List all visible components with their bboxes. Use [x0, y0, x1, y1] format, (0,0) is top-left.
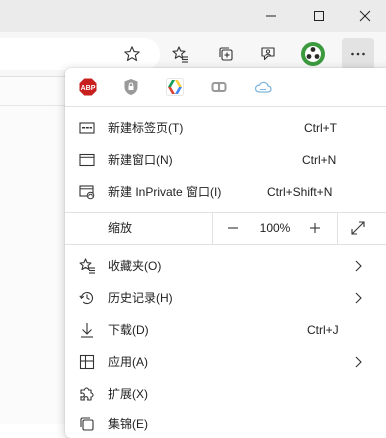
more-dots-icon — [351, 52, 365, 56]
profile-avatar-icon — [301, 42, 325, 66]
new-tab-icon — [77, 118, 97, 138]
shortcut-label: Ctrl+Shift+N — [267, 185, 333, 199]
apps-icon — [77, 352, 97, 372]
menu-item-label: 新建 InPrivate 窗口(I) — [108, 185, 222, 199]
history-icon — [77, 288, 97, 308]
feedback-icon — [261, 47, 275, 61]
plus-icon — [310, 223, 320, 233]
shortcut-label: Ctrl+J — [307, 323, 339, 337]
collections-button[interactable] — [210, 38, 242, 70]
settings-more-button[interactable] — [342, 38, 374, 70]
zoom-out-button[interactable] — [221, 216, 245, 240]
minus-icon — [228, 227, 238, 229]
shortcut-label: Ctrl+T — [304, 121, 337, 135]
menu-item-apps[interactable]: 应用(A) — [65, 346, 386, 378]
menu-item-new-window[interactable]: 新建窗口(N) Ctrl+N — [65, 144, 386, 176]
favorites-icon — [77, 256, 97, 276]
menu-item-label: 新建窗口(N) — [108, 153, 173, 167]
page-divider — [0, 105, 70, 106]
chevron-right-icon — [355, 356, 362, 368]
collections-menu-icon — [77, 414, 97, 434]
chevron-right-icon — [355, 260, 362, 272]
menu-item-favorites[interactable]: 收藏夹(O) — [65, 250, 386, 282]
zoom-in-button[interactable] — [303, 216, 327, 240]
chevron-right-icon — [355, 292, 362, 304]
menu-separator — [65, 106, 386, 107]
menu-item-new-tab[interactable]: 新建标签页(T) Ctrl+T — [65, 112, 386, 144]
download-icon — [77, 320, 97, 340]
maximize-button[interactable] — [296, 0, 342, 32]
cloud-extension[interactable] — [254, 78, 272, 96]
google-drive-extension[interactable] — [166, 78, 184, 96]
menu-item-extensions[interactable]: 扩展(X) — [65, 378, 386, 410]
inprivate-icon — [77, 182, 97, 202]
menu-separator — [65, 244, 386, 245]
menu-item-label: 集锦(E) — [108, 417, 148, 431]
menu-item-label: 扩展(X) — [108, 387, 148, 401]
menu-item-downloads[interactable]: 下载(D) Ctrl+J — [65, 314, 386, 346]
puzzle-icon — [77, 384, 97, 404]
menu-item-collections[interactable]: 集锦(E) — [65, 408, 386, 438]
menu-item-label: 下载(D) — [108, 323, 149, 337]
menu-item-label: 应用(A) — [108, 355, 148, 369]
google-drive-icon — [166, 78, 184, 96]
extensions-toolbar: ABP — [65, 68, 386, 106]
zoom-row: 缩放 100% — [65, 212, 386, 244]
close-window-button[interactable] — [342, 0, 386, 32]
gamepad-extension[interactable] — [210, 78, 228, 96]
maximize-icon — [314, 11, 324, 21]
favorites-star-icon — [172, 46, 188, 63]
zoom-divider — [212, 212, 213, 244]
star-icon — [124, 46, 140, 61]
new-window-icon — [77, 150, 97, 170]
zoom-divider — [337, 212, 338, 244]
shield-icon — [124, 79, 138, 95]
add-favorite-button[interactable] — [116, 38, 148, 70]
fullscreen-icon — [351, 221, 365, 235]
title-bar — [0, 0, 386, 32]
fullscreen-button[interactable] — [346, 216, 370, 240]
menu-item-new-inprivate-window[interactable]: 新建 InPrivate 窗口(I) Ctrl+Shift+N — [65, 176, 386, 208]
shortcut-label: Ctrl+N — [302, 153, 337, 167]
cloud-icon — [254, 81, 272, 93]
favorites-button[interactable] — [164, 38, 196, 70]
feedback-button[interactable] — [252, 38, 284, 70]
game-controller-icon — [211, 82, 227, 92]
settings-menu: ABP 新建标签页(T) Ctrl+T 新建窗口(N) Ctrl+N 新建 In… — [65, 68, 386, 438]
adblock-plus-label: ABP — [81, 85, 96, 92]
zoom-label: 缩放 — [108, 221, 133, 235]
close-icon — [359, 10, 371, 22]
adblock-plus-extension[interactable]: ABP — [79, 78, 97, 96]
privacy-extension[interactable] — [122, 78, 140, 96]
menu-item-label: 收藏夹(O) — [108, 259, 162, 273]
menu-item-history[interactable]: 历史记录(H) — [65, 282, 386, 314]
minimize-icon — [266, 15, 276, 17]
profile-button[interactable] — [297, 38, 329, 70]
collections-icon — [219, 47, 233, 61]
minimize-button[interactable] — [248, 0, 294, 32]
adblock-plus-icon: ABP — [79, 78, 97, 96]
menu-item-label: 历史记录(H) — [108, 291, 173, 305]
zoom-level: 100% — [259, 221, 291, 235]
menu-item-label: 新建标签页(T) — [108, 121, 184, 135]
